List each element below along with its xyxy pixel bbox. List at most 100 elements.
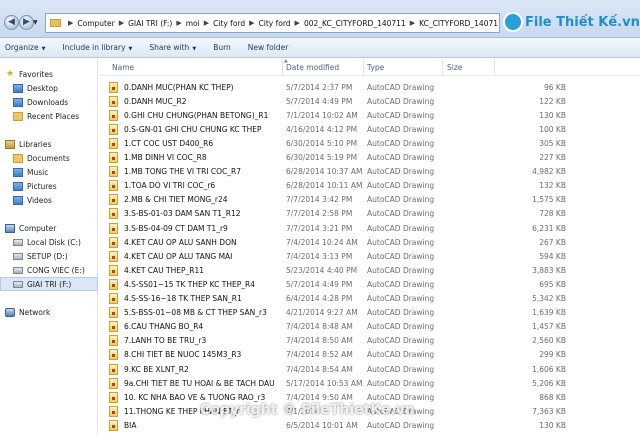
file-row[interactable]: 1.TOA DO VI TRI COC_r6 6/28/2014 10:11 AM… [109, 179, 640, 193]
file-size: 122 KB [539, 96, 566, 106]
autocad-file-icon [109, 152, 118, 163]
autocad-file-icon [109, 81, 118, 93]
breadcrumb-city-ford-2[interactable]: City ford [259, 19, 291, 28]
breadcrumb-city-ford-1[interactable]: City ford [213, 19, 245, 28]
file-size: 1,575 KB [532, 195, 566, 205]
breadcrumb-giai-tri[interactable]: GIAI TRI (F:) [128, 19, 172, 28]
file-size: 100 KB [539, 124, 566, 134]
file-type: AutoCAD Drawing [367, 153, 435, 162]
star-icon: ★ [5, 68, 15, 79]
file-type: AutoCAD Drawing [367, 209, 435, 219]
breadcrumb-separator[interactable]: ▶ [68, 19, 73, 27]
computer-icon [5, 223, 15, 233]
file-row[interactable]: 0.DANH MUC(PHAN KC THEP) 5/7/2014 2:37 PM… [109, 80, 640, 94]
breadcrumb-separator[interactable]: ▶ [119, 19, 124, 27]
drive-icon [13, 252, 23, 260]
address-bar[interactable]: ▶ Computer ▶ GIAI TRI (F:) ▶ moi ▶ City … [45, 13, 500, 33]
file-row[interactable]: 1.CT COC UST D400_R6 6/30/2014 5:10 PM Aut… [109, 136, 640, 150]
breadcrumb-separator[interactable]: ▶ [410, 19, 415, 27]
file-name: 1.MB DINH VI COC_R8 [124, 153, 207, 162]
file-row[interactable]: 4.KET CAU THEP_R11 5/23/2014 4:40 PM AutoC… [109, 263, 640, 277]
column-separator[interactable] [494, 59, 495, 76]
breadcrumb-separator[interactable]: ▶ [249, 19, 254, 27]
breadcrumb-separator[interactable]: ▶ [204, 19, 209, 27]
column-separator[interactable] [282, 59, 283, 76]
breadcrumb-separator[interactable]: ▶ [295, 19, 300, 27]
column-header-name[interactable]: Name [112, 63, 134, 72]
sidebar-item-setup[interactable]: SETUP (D:) [0, 249, 98, 263]
sidebar-item-downloads[interactable]: Downloads [0, 95, 98, 109]
file-size: 2,560 KB [532, 336, 566, 346]
file-type: AutoCAD Drawing [367, 181, 435, 191]
sidebar-item-recent-places[interactable]: Recent Places [0, 109, 98, 123]
file-row[interactable]: 0.GHI CHU CHUNG(PHAN BETONG)_R1 7/1/2014 … [109, 108, 640, 122]
new-folder-button[interactable]: New folder [248, 43, 289, 52]
share-with-button[interactable]: Share with ▼ [149, 43, 196, 52]
file-row[interactable]: 9a.CHI TIET BE TU HOAI & BE TACH DAU 5/17… [109, 376, 640, 390]
column-separator[interactable] [442, 59, 443, 76]
file-name: 1.TOA DO VI TRI COC_r6 [124, 181, 216, 191]
file-row[interactable]: 5.S-BSS-01~08 MB & CT THEP SAN_r3 4/21/20… [109, 306, 640, 320]
autocad-file-icon [109, 349, 118, 361]
file-type: AutoCAD Drawing [367, 265, 435, 275]
file-row[interactable]: 0.DANH MUC_R2 5/7/2014 4:49 PM AutoCAD Dra… [109, 94, 640, 108]
file-row[interactable]: BIA 6/5/2014 10:01 AM AutoCAD Drawing 130 K… [109, 418, 640, 432]
breadcrumb-separator[interactable]: ▶ [176, 19, 181, 27]
burn-button[interactable]: Burn [213, 43, 231, 52]
file-row[interactable]: 1.MB TONG THE VI TRI COC_R7 6/28/2014 10:… [109, 165, 640, 179]
breadcrumb-current[interactable]: KC_CITYFORD_140711 [419, 19, 499, 28]
file-row[interactable]: 0.S-GN-01 GHI CHU CHUNG KC THEP 4/16/2014… [109, 122, 640, 136]
sidebar-item-pictures[interactable]: Pictures [0, 179, 98, 193]
recent-pages-dropdown[interactable]: ▼ [33, 19, 38, 26]
file-row[interactable]: 1.MB DINH VI COC_R8 6/30/2014 5:19 PM Auto… [109, 151, 640, 165]
sidebar-item-local-disk[interactable]: Local Disk (C:) [0, 235, 98, 249]
file-name: 4.KET CAU THEP_R11 [124, 265, 205, 275]
file-type: AutoCAD Drawing [367, 336, 435, 346]
sidebar-item-cong-viec[interactable]: CONG VIEC (E:) [0, 263, 98, 277]
file-row[interactable]: 4.S-SS01~15 TK THEP KC THEP_R4 5/7/2014 4… [109, 277, 640, 291]
file-row[interactable]: 4.KET CAU OP ALU TANG MAI 7/4/2014 3:13 P… [109, 249, 640, 263]
sidebar-item-computer[interactable]: Computer [0, 221, 98, 235]
file-row[interactable]: 6.CAU THANG BO_R4 7/4/2014 8:48 AM AutoCAD… [109, 320, 640, 334]
sidebar-item-favorites[interactable]: ★ Favorites [0, 67, 98, 81]
file-row[interactable]: 4.S-SS-16~18 TK THEP SAN_R1 6/4/2014 4:28… [109, 292, 640, 306]
organize-button[interactable]: Organize ▼ [5, 43, 45, 52]
file-size: 594 KB [539, 251, 566, 261]
chevron-down-icon: ▼ [192, 46, 197, 52]
column-separator[interactable] [363, 59, 364, 76]
breadcrumb-moi[interactable]: moi [186, 19, 200, 28]
file-date: 6/30/2014 5:10 PM [286, 138, 358, 148]
file-size: 96 KB [544, 82, 566, 92]
file-row[interactable]: 7.LANH TO BE TRU_r3 7/4/2014 8:50 AM AutoC… [109, 334, 640, 348]
file-date: 4/16/2014 4:12 PM [286, 124, 358, 134]
column-header-size[interactable]: Size [447, 63, 462, 72]
sidebar-item-network[interactable]: Network [0, 305, 98, 319]
autocad-file-icon [109, 123, 118, 135]
file-row[interactable]: 3.S-BS-01-03 DAM SAN T1_R12 7/7/2014 2:58… [109, 207, 640, 221]
file-date: 7/4/2014 10:24 AM [286, 237, 358, 247]
file-row[interactable]: 9.KC BE XLNT_R2 7/4/2014 8:54 AM AutoCAD D… [109, 362, 640, 376]
back-button[interactable]: ◀ [4, 15, 19, 30]
column-header-date[interactable]: Date modified [286, 63, 339, 72]
sidebar-item-videos[interactable]: Videos [0, 193, 98, 207]
drive-icon [13, 266, 23, 274]
sidebar-item-libraries[interactable]: Libraries [0, 137, 98, 151]
sidebar-item-desktop[interactable]: Desktop [0, 81, 98, 95]
sidebar-item-giai-tri[interactable]: GIAI TRI (F:) [0, 277, 98, 291]
forward-button[interactable]: ▶ [19, 15, 34, 30]
file-row[interactable]: 8.CHI TIET BE NUOC 145M3_R3 7/4/2014 8:52… [109, 348, 640, 362]
file-name: 0.S-GN-01 GHI CHU CHUNG KC THEP [124, 124, 262, 134]
autocad-file-icon [109, 180, 118, 192]
sidebar-item-documents[interactable]: Documents [0, 151, 98, 165]
include-in-library-button[interactable]: Include in library ▼ [62, 43, 132, 52]
file-row[interactable]: 4.KET CAU OP ALU SANH DON 7/4/2014 10:24 … [109, 235, 640, 249]
breadcrumb-computer[interactable]: Computer [77, 19, 114, 28]
breadcrumb-002[interactable]: 002_KC_CITYFORD_140711 [304, 19, 406, 28]
autocad-file-icon [109, 391, 118, 403]
file-row[interactable]: 2.MB & CHI TIET MONG_r24 7/7/2014 3:42 PM… [109, 193, 640, 207]
column-header-type[interactable]: Type [367, 63, 384, 72]
sidebar-item-music[interactable]: Music [0, 165, 98, 179]
file-size: 130 KB [539, 420, 566, 430]
file-date: 7/4/2014 8:52 AM [286, 350, 353, 360]
file-row[interactable]: 3.S-BS-04-09 CT DAM T1_r9 7/7/2014 3:21 P… [109, 221, 640, 235]
